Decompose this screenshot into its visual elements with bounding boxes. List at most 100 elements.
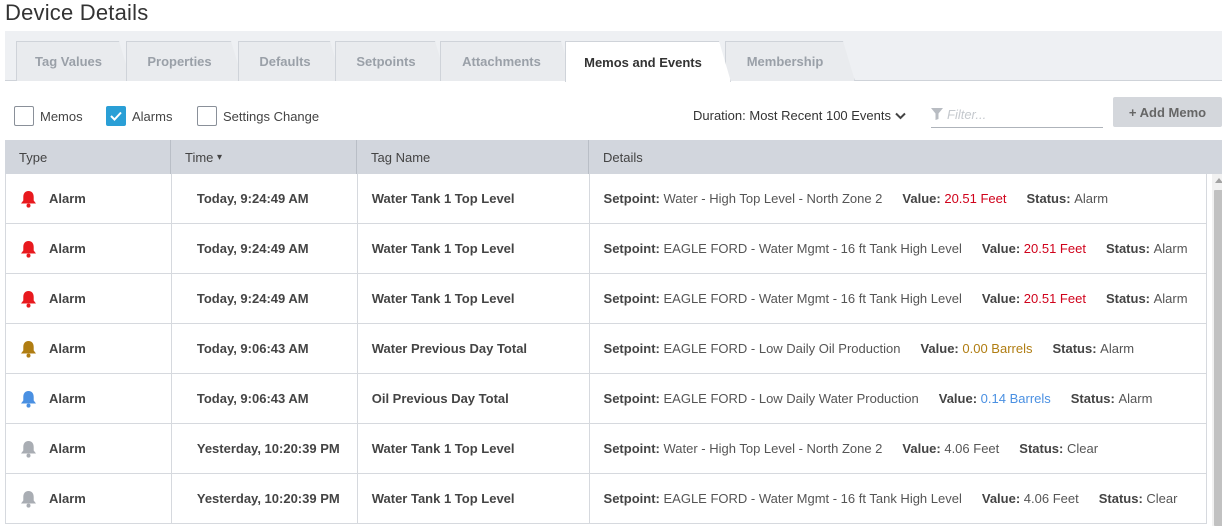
value-key: Value: <box>981 241 1021 256</box>
setpoint-key: Setpoint: <box>603 441 660 456</box>
setpoint-value: EAGLE FORD - Low Daily Water Production <box>663 391 919 406</box>
tag-name-cell: Water Previous Day Total <box>358 324 590 373</box>
type-label: Alarm <box>49 441 86 456</box>
setpoint-key: Setpoint: <box>603 491 660 506</box>
value-key: Value: <box>981 491 1021 506</box>
bell-icon <box>20 190 37 208</box>
table-row[interactable]: Alarm Today, 9:06:43 AM Oil Previous Day T… <box>5 374 1207 424</box>
value-value: 0.00 Barrels <box>962 341 1033 356</box>
column-header-type[interactable]: Type <box>5 140 171 174</box>
details-cell: Setpoint: EAGLE FORD - Water Mgmt - 16 f… <box>590 274 1207 323</box>
status-value: Clear <box>1146 491 1178 506</box>
settings-change-checkbox[interactable]: Settings Change <box>197 106 319 126</box>
status-value: Clear <box>1066 441 1099 456</box>
duration-label: Duration: <box>693 108 746 123</box>
duration-dropdown[interactable]: Duration: Most Recent 100 Events <box>693 108 906 123</box>
time-cell: Yesterday, 10:20:39 PM <box>172 474 358 523</box>
tag-name-label: Water Tank 1 Top Level <box>371 191 515 206</box>
setpoint-key: Setpoint: <box>603 291 660 306</box>
filter-field[interactable] <box>931 101 1103 128</box>
table-row[interactable]: Alarm Today, 9:24:49 AM Water Tank 1 Top L… <box>5 174 1207 224</box>
status-key: Status: <box>1070 391 1115 406</box>
bell-icon <box>20 490 37 508</box>
value-value: 20.51 Feet <box>1023 291 1086 306</box>
status-value: Alarm <box>1153 291 1188 306</box>
setpoint-value: Water - High Top Level - North Zone 2 <box>663 191 883 206</box>
table-row[interactable]: Alarm Today, 9:24:49 AM Water Tank 1 Top L… <box>5 274 1207 324</box>
type-cell: Alarm <box>6 174 172 223</box>
status-key: Status: <box>1098 491 1143 506</box>
details-cell: Setpoint: EAGLE FORD - Low Daily Oil Pro… <box>590 324 1207 373</box>
tab-label: Setpoints <box>356 54 416 69</box>
tab-defaults[interactable]: Defaults <box>238 41 342 81</box>
time-label: Yesterday, 10:20:39 PM <box>196 441 340 456</box>
checkbox-box[interactable] <box>14 106 34 126</box>
type-cell: Alarm <box>6 474 172 523</box>
tab-memos-and-events[interactable]: Memos and Events <box>565 41 731 82</box>
value-value: 4.06 Feet <box>1023 491 1079 506</box>
table-body: Alarm Today, 9:24:49 AM Water Tank 1 Top L… <box>5 174 1207 524</box>
table-row[interactable]: Alarm Today, 9:24:49 AM Water Tank 1 Top L… <box>5 224 1207 274</box>
filter-input[interactable] <box>947 106 1097 122</box>
tag-name-cell: Water Tank 1 Top Level <box>358 274 590 323</box>
tag-name-label: Water Tank 1 Top Level <box>371 291 515 306</box>
tab-properties[interactable]: Properties <box>126 41 243 81</box>
tab-label: Tag Values <box>35 54 102 69</box>
setpoint-value: Water - High Top Level - North Zone 2 <box>663 441 883 456</box>
time-cell: Today, 9:24:49 AM <box>172 224 358 273</box>
value-value: 0.14 Barrels <box>980 391 1051 406</box>
tag-name-label: Water Tank 1 Top Level <box>371 241 515 256</box>
time-cell: Today, 9:24:49 AM <box>172 274 358 323</box>
tab-tag-values[interactable]: Tag Values <box>16 41 131 81</box>
tag-name-cell: Water Tank 1 Top Level <box>358 424 590 473</box>
value-value: 4.06 Feet <box>944 441 1000 456</box>
setpoint-key: Setpoint: <box>603 391 660 406</box>
time-cell: Today, 9:06:43 AM <box>172 374 358 423</box>
tag-name-cell: Water Tank 1 Top Level <box>358 224 590 273</box>
status-key: Status: <box>1105 291 1150 306</box>
table-row[interactable]: Alarm Yesterday, 10:20:39 PM Water Tank 1 … <box>5 424 1207 474</box>
table-row[interactable]: Alarm Today, 9:06:43 AM Water Previous Day… <box>5 324 1207 374</box>
tag-name-label: Water Tank 1 Top Level <box>371 441 515 456</box>
value-key: Value: <box>902 191 941 206</box>
alarms-label: Alarms <box>132 108 173 124</box>
tab-label: Properties <box>147 54 212 69</box>
tab-label: Memos and Events <box>584 54 702 70</box>
checkbox-box[interactable] <box>106 106 126 126</box>
bell-icon <box>20 340 37 358</box>
tag-name-cell: Water Tank 1 Top Level <box>358 174 590 223</box>
details-cell: Setpoint: EAGLE FORD - Water Mgmt - 16 f… <box>590 224 1207 273</box>
tag-name-label: Oil Previous Day Total <box>371 391 509 406</box>
setpoint-value: EAGLE FORD - Water Mgmt - 16 ft Tank Hig… <box>663 241 962 256</box>
column-header-details[interactable]: Details <box>589 140 1222 174</box>
checkbox-box[interactable] <box>197 106 217 126</box>
status-value: Alarm <box>1074 191 1109 206</box>
memos-checkbox[interactable]: Memos <box>14 106 83 126</box>
add-memo-button[interactable]: + Add Memo <box>1113 97 1222 127</box>
time-label: Today, 9:24:49 AM <box>196 191 309 206</box>
type-label: Alarm <box>49 291 86 306</box>
duration-value: Most Recent 100 Events <box>749 108 892 123</box>
type-label: Alarm <box>49 241 86 256</box>
value-key: Value: <box>938 391 978 406</box>
column-label: Tag Name <box>371 149 431 165</box>
column-header-time[interactable]: Time ▾ <box>171 140 357 174</box>
vertical-scrollbar[interactable] <box>1212 174 1222 526</box>
filter-icon <box>931 108 943 120</box>
tab-membership[interactable]: Membership <box>725 41 855 81</box>
status-key: Status: <box>1026 191 1071 206</box>
value-key: Value: <box>902 441 941 456</box>
bell-icon <box>20 440 37 458</box>
chevron-down-icon <box>895 112 906 119</box>
status-key: Status: <box>1019 441 1064 456</box>
alarms-checkbox[interactable]: Alarms <box>106 106 172 126</box>
tab-setpoints[interactable]: Setpoints <box>335 41 447 81</box>
table-row[interactable]: Alarm Yesterday, 10:20:39 PM Water Tank 1 … <box>5 474 1207 524</box>
column-header-tag-name[interactable]: Tag Name <box>357 140 589 174</box>
setpoint-key: Setpoint: <box>603 341 660 356</box>
value-key: Value: <box>920 341 959 356</box>
tab-attachments[interactable]: Attachments <box>440 41 573 81</box>
time-label: Today, 9:06:43 AM <box>196 341 309 356</box>
scroll-up-arrow-icon[interactable] <box>1215 178 1222 183</box>
scrollbar-thumb[interactable] <box>1214 190 1222 526</box>
